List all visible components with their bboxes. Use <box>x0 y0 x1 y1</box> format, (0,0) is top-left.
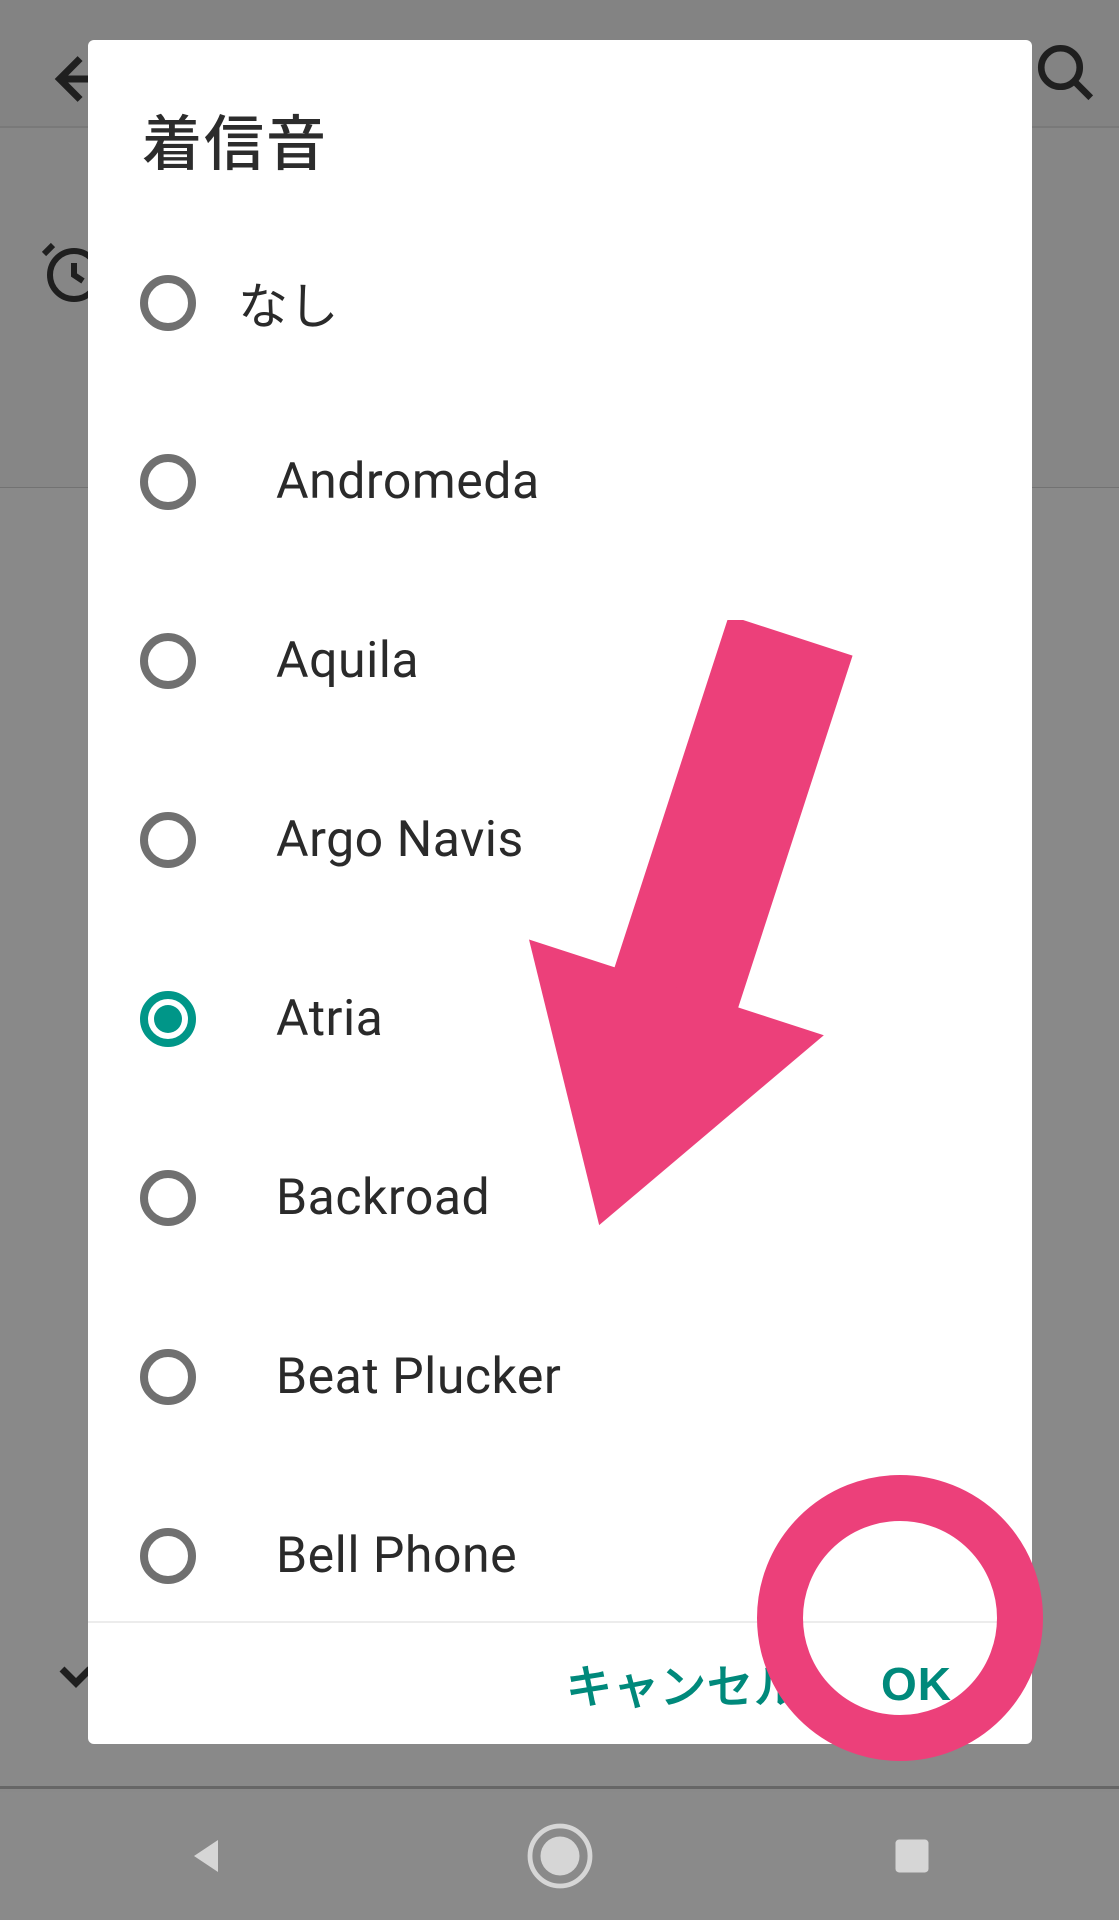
ringtone-option-label: Andromeda <box>276 453 540 511</box>
radio-icon <box>140 454 196 510</box>
nav-recent-icon[interactable] <box>876 1820 948 1892</box>
cancel-button[interactable]: キャンセル <box>566 1651 801 1717</box>
ringtone-option-label: Bell Phone <box>276 1527 517 1585</box>
radio-selected-icon <box>140 991 196 1047</box>
ringtone-option-label: Backroad <box>276 1169 490 1227</box>
ringtone-option[interactable]: なし <box>88 213 1032 392</box>
ringtone-dialog: 着信音 なし Andromeda Aquila Argo Navis Atria… <box>88 40 1032 1744</box>
dialog-actions: キャンセル OK <box>88 1621 1032 1744</box>
radio-icon <box>140 1528 196 1584</box>
nav-home-icon[interactable] <box>524 1820 596 1892</box>
ringtone-option[interactable]: Backroad <box>88 1108 1032 1287</box>
ringtone-option[interactable]: Atria <box>88 929 1032 1108</box>
radio-icon <box>140 1170 196 1226</box>
ringtone-option-label: Atria <box>276 990 383 1048</box>
ringtone-option-label: Beat Plucker <box>276 1348 561 1406</box>
radio-icon <box>140 812 196 868</box>
radio-icon <box>140 275 196 331</box>
nav-back-icon[interactable] <box>172 1820 244 1892</box>
ringtone-option-label: Aquila <box>276 632 419 690</box>
radio-icon <box>140 1349 196 1405</box>
radio-icon <box>140 633 196 689</box>
android-navbar <box>0 1792 1119 1920</box>
ringtone-option[interactable]: Argo Navis <box>88 750 1032 929</box>
dialog-title: 着信音 <box>88 40 1032 207</box>
ringtone-option[interactable]: Aquila <box>88 571 1032 750</box>
ringtone-option[interactable]: Andromeda <box>88 392 1032 571</box>
ok-button[interactable]: OK <box>881 1657 952 1711</box>
ringtone-option-label: Argo Navis <box>276 811 524 869</box>
ringtone-option[interactable]: Bell Phone <box>88 1466 1032 1621</box>
ringtone-option[interactable]: Beat Plucker <box>88 1287 1032 1466</box>
ringtone-option-label: なし <box>238 267 339 339</box>
ringtone-option-list[interactable]: なし Andromeda Aquila Argo Navis Atria Bac… <box>88 207 1032 1621</box>
